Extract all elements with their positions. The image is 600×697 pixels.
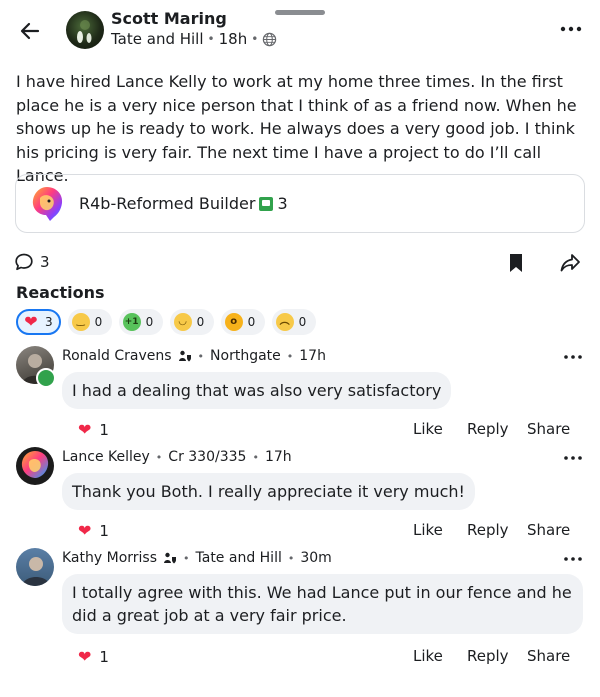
comment-likes[interactable]: ❤ 1 <box>78 521 109 540</box>
commenter-name[interactable]: Lance Kelley <box>62 449 150 465</box>
separator-dot: • <box>183 551 190 565</box>
comment-button[interactable]: 3 <box>14 252 50 272</box>
share-arrow-icon[interactable] <box>558 251 582 275</box>
separator-dot: • <box>251 32 259 46</box>
commenter-avatar[interactable] <box>16 447 54 485</box>
reaction-count: 0 <box>247 315 256 329</box>
commenter-avatar[interactable] <box>16 548 54 586</box>
wow-icon: o <box>224 313 243 331</box>
tag-name: R4b-Reformed Builder <box>79 194 256 213</box>
comment-bubble: Thank you Both. I really appreciate it v… <box>62 473 475 510</box>
lion-logo-icon <box>32 187 63 221</box>
reaction-heart-chip[interactable]: ❤ 3 <box>16 309 61 335</box>
comment-time: 17h <box>264 449 292 465</box>
separator-dot: • <box>252 450 259 464</box>
post-text: I have hired Lance Kelly to work at my h… <box>16 72 577 185</box>
reaction-count: 3 <box>45 315 53 329</box>
separator-dot: • <box>197 349 205 363</box>
reply-button[interactable]: Reply <box>467 647 509 665</box>
post-actions-bar: 3 <box>0 248 600 278</box>
comment-likes[interactable]: ❤ 1 <box>78 420 109 439</box>
heart-icon: ❤ <box>78 521 92 540</box>
commenter-location[interactable]: Northgate <box>210 348 281 364</box>
comment-likes[interactable]: ❤ 1 <box>78 647 109 666</box>
reaction-plus-one-chip[interactable]: +1 0 <box>118 309 163 335</box>
sad-icon: ︵ <box>275 313 294 331</box>
neighbor-badge-icon <box>164 552 176 564</box>
business-tag-card[interactable]: R4b-Reformed Builder 3 <box>15 174 585 233</box>
avatar-image <box>77 20 92 43</box>
commenter-location[interactable]: Tate and Hill <box>196 550 282 566</box>
separator-dot: • <box>207 32 215 46</box>
reaction-sad-chip[interactable]: ︵ 0 <box>271 309 316 335</box>
reply-button[interactable]: Reply <box>467 420 509 438</box>
separator-dot: • <box>155 450 163 464</box>
avatar-image <box>22 557 50 586</box>
share-button[interactable]: Share <box>527 647 570 665</box>
share-button[interactable]: Share <box>527 420 570 438</box>
comment-bubble: I had a dealing that was also very satis… <box>62 372 452 409</box>
like-button[interactable]: Like <box>413 420 443 438</box>
tag-label-row: R4b-Reformed Builder 3 <box>79 194 288 213</box>
author-avatar[interactable] <box>66 11 104 49</box>
coffee-badge-icon <box>36 368 56 388</box>
comment-like-count: 1 <box>99 647 109 666</box>
comment-more-icon[interactable] <box>562 350 584 364</box>
smile-icon: ‿ <box>71 313 90 331</box>
bookmark-icon[interactable] <box>506 252 526 274</box>
avatar-image <box>21 451 49 478</box>
comment-footer: ❤ 1 Like Reply Share <box>0 418 600 442</box>
more-options-icon[interactable] <box>558 20 584 38</box>
share-button[interactable]: Share <box>527 521 570 539</box>
comment-footer: ❤ 1 Like Reply Share <box>0 645 600 669</box>
commenter-location[interactable]: Cr 330/335 <box>168 449 246 465</box>
reaction-count: 0 <box>298 315 307 329</box>
comment-time: 17h <box>299 348 326 364</box>
reaction-count: 0 <box>196 315 205 329</box>
commenter-name[interactable]: Kathy Morriss <box>62 550 157 566</box>
comment-bubble: I totally agree with this. We had Lance … <box>62 574 583 634</box>
heart-icon: ❤ <box>78 647 92 666</box>
drag-handle[interactable] <box>275 10 325 15</box>
reaction-smile-chip[interactable]: ‿ 0 <box>67 309 112 335</box>
comment-footer: ❤ 1 Like Reply Share <box>0 519 600 543</box>
post-time: 18h <box>218 30 248 48</box>
author-meta: Tate and Hill • 18h • <box>111 30 277 48</box>
like-button[interactable]: Like <box>413 521 443 539</box>
comment-like-count: 1 <box>99 521 109 540</box>
back-arrow-icon[interactable] <box>16 16 46 46</box>
comment-header: Lance Kelley • Cr 330/335 • 17h <box>62 449 292 465</box>
comment-header: Kathy Morriss • Tate and Hill • 30m <box>62 550 332 566</box>
comment-bubble-icon <box>15 253 33 271</box>
separator-dot: • <box>287 551 295 565</box>
comment-header: Ronald Cravens • Northgate • 17h <box>62 348 326 364</box>
plus-one-icon: +1 <box>122 313 141 331</box>
comment-count: 3 <box>40 253 50 271</box>
recommend-badge-icon <box>259 196 274 211</box>
heart-icon: ❤ <box>78 420 92 439</box>
comment-time: 30m <box>300 550 332 566</box>
separator-dot: • <box>286 349 294 363</box>
author-name[interactable]: Scott Maring <box>111 9 227 28</box>
reaction-wow-chip[interactable]: o 0 <box>220 309 265 335</box>
comment-like-count: 1 <box>99 420 109 439</box>
heart-icon: ❤ <box>24 312 38 331</box>
reaction-selector: ❤ 3 ‿ 0 +1 0 ◡ 0 o 0 ︵ 0 <box>16 309 316 335</box>
post-header: Scott Maring Tate and Hill • 18h • <box>0 0 600 64</box>
reaction-count: 0 <box>94 315 103 329</box>
tag-count: 3 <box>277 194 288 213</box>
grin-icon: ◡ <box>173 313 192 331</box>
reply-button[interactable]: Reply <box>467 521 509 539</box>
neighbor-badge-icon <box>178 350 191 362</box>
reaction-grin-chip[interactable]: ◡ 0 <box>169 309 214 335</box>
reactions-title: Reactions <box>16 283 105 302</box>
like-button[interactable]: Like <box>413 647 443 665</box>
commenter-name[interactable]: Ronald Cravens <box>62 348 172 364</box>
globe-icon <box>263 32 277 46</box>
author-location[interactable]: Tate and Hill <box>111 30 204 48</box>
reaction-count: 0 <box>145 315 154 329</box>
comment-more-icon[interactable] <box>562 552 584 566</box>
comment-more-icon[interactable] <box>562 451 584 465</box>
